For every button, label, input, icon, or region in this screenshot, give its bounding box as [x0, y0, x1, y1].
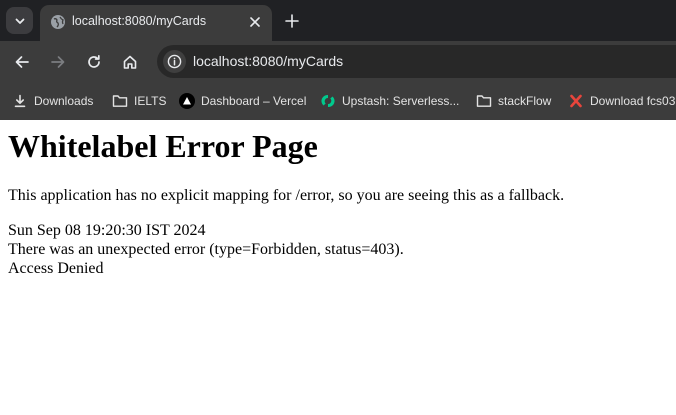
close-icon	[250, 17, 260, 27]
bookmark-upstash[interactable]: Upstash: Serverless...	[320, 91, 459, 111]
tab-strip: localhost:8080/myCards	[0, 0, 676, 41]
reload-button[interactable]	[82, 50, 106, 74]
address-bar[interactable]: localhost:8080/myCards	[157, 45, 676, 78]
error-message: Access Denied	[8, 260, 104, 277]
new-tab-button[interactable]	[280, 9, 304, 33]
bookmark-label: stackFlow	[498, 94, 552, 108]
bookmark-vercel[interactable]: Dashboard – Vercel	[179, 91, 306, 111]
tab-close-button[interactable]	[245, 12, 265, 32]
page-title: Whitelabel Error Page	[8, 128, 318, 164]
active-tab[interactable]: localhost:8080/myCards	[40, 5, 272, 41]
site-info-button[interactable]	[163, 50, 186, 73]
bookmark-label: Upstash: Serverless...	[342, 94, 460, 108]
download-icon	[12, 93, 28, 109]
bookmark-label: Download fcs03	[590, 94, 676, 108]
arrow-left-icon	[15, 56, 29, 68]
error-detail: There was an unexpected error (type=Forb…	[8, 241, 404, 258]
toolbar: localhost:8080/myCards	[0, 41, 676, 82]
bookmark-stackflow[interactable]: stackFlow	[476, 91, 551, 111]
vercel-icon	[179, 93, 195, 109]
bookmark-label: Downloads	[34, 94, 94, 108]
reload-icon	[88, 54, 100, 68]
bookmark-downloads[interactable]: Downloads	[12, 91, 93, 111]
tab-search-button[interactable]	[6, 7, 33, 34]
globe-icon	[50, 14, 66, 30]
bookmarks-bar: Downloads IELTS Dashboard – Vercel Upsta…	[0, 82, 676, 120]
error-timestamp: Sun Sep 08 19:20:30 IST 2024	[8, 222, 206, 239]
x-icon	[568, 93, 584, 109]
plus-icon	[285, 14, 299, 28]
url-text[interactable]: localhost:8080/myCards	[193, 53, 343, 70]
chevron-down-icon	[15, 18, 24, 24]
back-button[interactable]	[10, 50, 34, 74]
page-content: Whitelabel Error Page This application h…	[0, 120, 676, 415]
info-icon	[167, 54, 182, 69]
folder-icon	[476, 93, 492, 109]
upstash-icon	[320, 93, 336, 109]
bookmark-label: Dashboard – Vercel	[201, 94, 307, 108]
tab-title: localhost:8080/myCards	[72, 14, 207, 28]
folder-icon	[112, 93, 128, 109]
error-explanation: This application has no explicit mapping…	[8, 187, 565, 204]
forward-button[interactable]	[46, 50, 70, 74]
bookmark-download-fcs03[interactable]: Download fcs03	[568, 91, 675, 111]
bookmark-label: IELTS	[134, 94, 167, 108]
arrow-right-icon	[51, 56, 65, 68]
bookmark-ielts[interactable]: IELTS	[112, 91, 166, 111]
home-button[interactable]	[118, 50, 142, 74]
home-icon	[123, 55, 137, 69]
